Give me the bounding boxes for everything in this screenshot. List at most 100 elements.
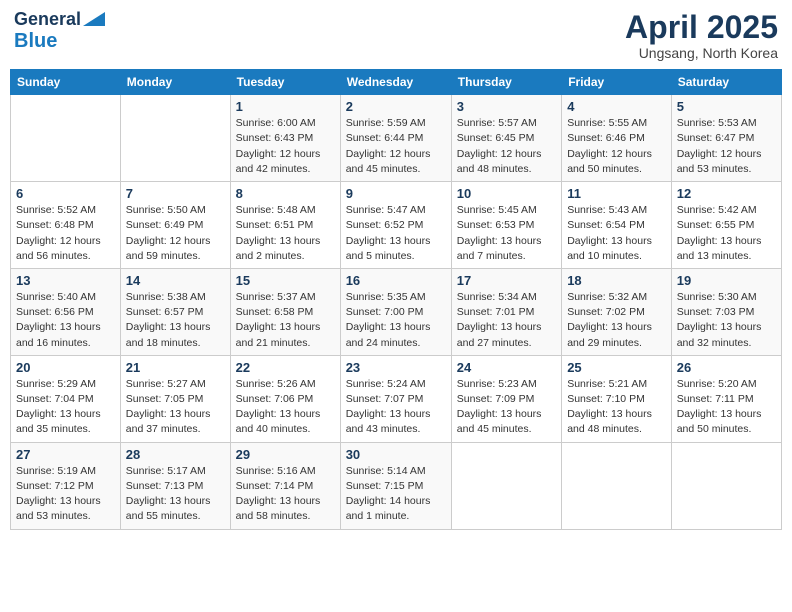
- day-number: 7: [126, 186, 225, 201]
- title-block: April 2025 Ungsang, North Korea: [625, 10, 778, 61]
- calendar-cell: 1Sunrise: 6:00 AMSunset: 6:43 PMDaylight…: [230, 95, 340, 182]
- day-detail: Sunrise: 5:38 AMSunset: 6:57 PMDaylight:…: [126, 290, 225, 351]
- calendar-cell: 18 Sunrise: 5:32 AMSunset: 7:02 PMDayligh…: [562, 268, 672, 355]
- day-number: 26: [677, 360, 776, 375]
- calendar-cell: 5 Sunrise: 5:53 AMSunset: 6:47 PMDaylight…: [671, 95, 781, 182]
- header-monday: Monday: [120, 70, 230, 95]
- calendar-cell: 21Sunrise: 5:27 AMSunset: 7:05 PMDayligh…: [120, 355, 230, 442]
- calendar-cell: 8 Sunrise: 5:48 AMSunset: 6:51 PMDaylight…: [230, 182, 340, 269]
- calendar-cell: 22Sunrise: 5:26 AMSunset: 7:06 PMDayligh…: [230, 355, 340, 442]
- day-detail: Sunrise: 5:19 AMSunset: 7:12 PMDaylight:…: [16, 464, 115, 525]
- day-number: 12: [677, 186, 776, 201]
- calendar-body: 1Sunrise: 6:00 AMSunset: 6:43 PMDaylight…: [11, 95, 782, 529]
- calendar-cell: 28 Sunrise: 5:17 AMSunset: 7:13 PMDayligh…: [120, 442, 230, 529]
- calendar-cell: 4 Sunrise: 5:55 AMSunset: 6:46 PMDaylight…: [562, 95, 672, 182]
- header-friday: Friday: [562, 70, 672, 95]
- day-number: 6: [16, 186, 115, 201]
- day-detail: Sunrise: 5:47 AMSunset: 6:52 PMDaylight:…: [346, 203, 446, 264]
- day-number: 10: [457, 186, 556, 201]
- day-number: 18: [567, 273, 666, 288]
- day-detail: Sunrise: 5:17 AMSunset: 7:13 PMDaylight:…: [126, 464, 225, 525]
- day-number: 24: [457, 360, 556, 375]
- calendar-week-3: 13 Sunrise: 5:40 AMSunset: 6:56 PMDayligh…: [11, 268, 782, 355]
- day-number: 8: [236, 186, 335, 201]
- day-number: 17: [457, 273, 556, 288]
- day-detail: Sunrise: 5:53 AMSunset: 6:47 PMDaylight:…: [677, 116, 776, 177]
- calendar-cell: 23 Sunrise: 5:24 AMSunset: 7:07 PMDayligh…: [340, 355, 451, 442]
- day-number: 25: [567, 360, 666, 375]
- day-detail: Sunrise: 5:35 AMSunset: 7:00 PMDaylight:…: [346, 290, 446, 351]
- day-number: 5: [677, 99, 776, 114]
- day-detail: Sunrise: 5:26 AMSunset: 7:06 PMDaylight:…: [236, 377, 335, 438]
- header-sunday: Sunday: [11, 70, 121, 95]
- day-number: 20: [16, 360, 115, 375]
- calendar-cell: 30Sunrise: 5:14 AMSunset: 7:15 PMDayligh…: [340, 442, 451, 529]
- calendar-cell: 2 Sunrise: 5:59 AMSunset: 6:44 PMDaylight…: [340, 95, 451, 182]
- calendar-cell: 7 Sunrise: 5:50 AMSunset: 6:49 PMDaylight…: [120, 182, 230, 269]
- calendar-cell: 15Sunrise: 5:37 AMSunset: 6:58 PMDayligh…: [230, 268, 340, 355]
- day-number: 11: [567, 186, 666, 201]
- header-tuesday: Tuesday: [230, 70, 340, 95]
- day-number: 29: [236, 447, 335, 462]
- calendar-header-row: SundayMondayTuesdayWednesdayThursdayFrid…: [11, 70, 782, 95]
- day-detail: Sunrise: 5:55 AMSunset: 6:46 PMDaylight:…: [567, 116, 666, 177]
- day-detail: Sunrise: 5:40 AMSunset: 6:56 PMDaylight:…: [16, 290, 115, 351]
- calendar-cell: 11 Sunrise: 5:43 AMSunset: 6:54 PMDayligh…: [562, 182, 672, 269]
- calendar-cell: 3Sunrise: 5:57 AMSunset: 6:45 PMDaylight…: [451, 95, 561, 182]
- page-header: General Blue April 2025 Ungsang, North K…: [10, 10, 782, 61]
- day-detail: Sunrise: 5:23 AMSunset: 7:09 PMDaylight:…: [457, 377, 556, 438]
- day-detail: Sunrise: 5:32 AMSunset: 7:02 PMDaylight:…: [567, 290, 666, 351]
- header-thursday: Thursday: [451, 70, 561, 95]
- month-title: April 2025: [625, 10, 778, 45]
- calendar-cell: 17 Sunrise: 5:34 AMSunset: 7:01 PMDayligh…: [451, 268, 561, 355]
- calendar-cell: 14 Sunrise: 5:38 AMSunset: 6:57 PMDayligh…: [120, 268, 230, 355]
- day-detail: Sunrise: 5:24 AMSunset: 7:07 PMDaylight:…: [346, 377, 446, 438]
- calendar-cell: 26Sunrise: 5:20 AMSunset: 7:11 PMDayligh…: [671, 355, 781, 442]
- day-number: 4: [567, 99, 666, 114]
- location-subtitle: Ungsang, North Korea: [625, 45, 778, 61]
- day-detail: Sunrise: 5:21 AMSunset: 7:10 PMDaylight:…: [567, 377, 666, 438]
- day-detail: Sunrise: 5:48 AMSunset: 6:51 PMDaylight:…: [236, 203, 335, 264]
- day-number: 19: [677, 273, 776, 288]
- calendar-cell: [451, 442, 561, 529]
- day-detail: Sunrise: 5:43 AMSunset: 6:54 PMDaylight:…: [567, 203, 666, 264]
- day-number: 28: [126, 447, 225, 462]
- day-number: 2: [346, 99, 446, 114]
- day-number: 3: [457, 99, 556, 114]
- day-number: 23: [346, 360, 446, 375]
- header-wednesday: Wednesday: [340, 70, 451, 95]
- calendar-cell: 25 Sunrise: 5:21 AMSunset: 7:10 PMDayligh…: [562, 355, 672, 442]
- day-number: 21: [126, 360, 225, 375]
- calendar-cell: [120, 95, 230, 182]
- calendar-week-1: 1Sunrise: 6:00 AMSunset: 6:43 PMDaylight…: [11, 95, 782, 182]
- calendar-cell: 20 Sunrise: 5:29 AMSunset: 7:04 PMDayligh…: [11, 355, 121, 442]
- calendar-cell: [11, 95, 121, 182]
- day-detail: Sunrise: 5:37 AMSunset: 6:58 PMDaylight:…: [236, 290, 335, 351]
- calendar-cell: 10Sunrise: 5:45 AMSunset: 6:53 PMDayligh…: [451, 182, 561, 269]
- calendar-cell: 27 Sunrise: 5:19 AMSunset: 7:12 PMDayligh…: [11, 442, 121, 529]
- logo-general: General: [14, 10, 81, 30]
- day-detail: Sunrise: 5:30 AMSunset: 7:03 PMDaylight:…: [677, 290, 776, 351]
- day-detail: Sunrise: 5:29 AMSunset: 7:04 PMDaylight:…: [16, 377, 115, 438]
- calendar-cell: [562, 442, 672, 529]
- day-number: 16: [346, 273, 446, 288]
- calendar-cell: 13 Sunrise: 5:40 AMSunset: 6:56 PMDayligh…: [11, 268, 121, 355]
- day-detail: Sunrise: 5:34 AMSunset: 7:01 PMDaylight:…: [457, 290, 556, 351]
- calendar-cell: 6 Sunrise: 5:52 AMSunset: 6:48 PMDaylight…: [11, 182, 121, 269]
- day-detail: Sunrise: 5:50 AMSunset: 6:49 PMDaylight:…: [126, 203, 225, 264]
- header-saturday: Saturday: [671, 70, 781, 95]
- day-number: 27: [16, 447, 115, 462]
- calendar-week-4: 20 Sunrise: 5:29 AMSunset: 7:04 PMDayligh…: [11, 355, 782, 442]
- day-number: 9: [346, 186, 446, 201]
- day-number: 13: [16, 273, 115, 288]
- day-detail: Sunrise: 5:52 AMSunset: 6:48 PMDaylight:…: [16, 203, 115, 264]
- calendar-cell: 12 Sunrise: 5:42 AMSunset: 6:55 PMDayligh…: [671, 182, 781, 269]
- calendar-cell: 19 Sunrise: 5:30 AMSunset: 7:03 PMDayligh…: [671, 268, 781, 355]
- day-detail: Sunrise: 5:42 AMSunset: 6:55 PMDaylight:…: [677, 203, 776, 264]
- day-detail: Sunrise: 5:59 AMSunset: 6:44 PMDaylight:…: [346, 116, 446, 177]
- day-number: 1: [236, 99, 335, 114]
- day-number: 14: [126, 273, 225, 288]
- calendar-cell: 16 Sunrise: 5:35 AMSunset: 7:00 PMDayligh…: [340, 268, 451, 355]
- calendar-table: SundayMondayTuesdayWednesdayThursdayFrid…: [10, 69, 782, 529]
- day-number: 30: [346, 447, 446, 462]
